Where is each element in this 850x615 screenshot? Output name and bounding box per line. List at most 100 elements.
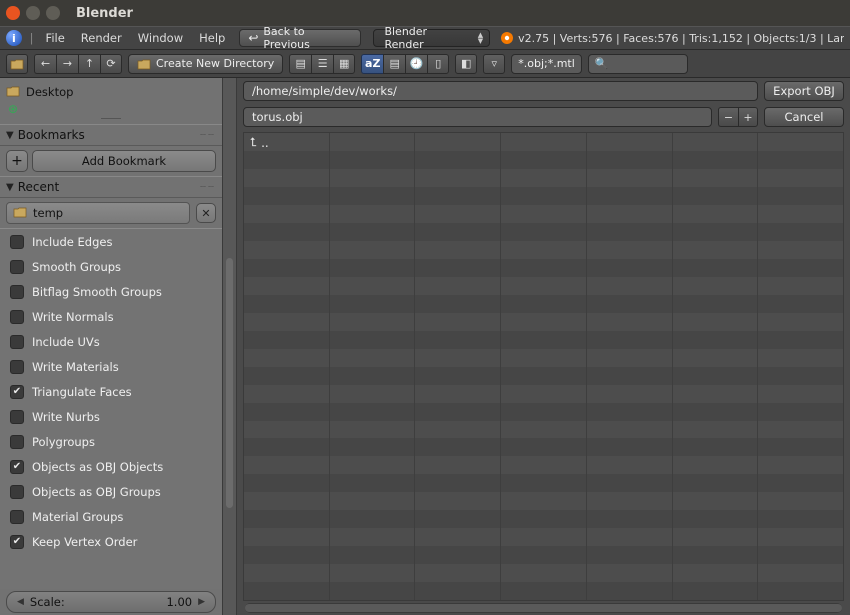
export-obj-label: Export OBJ xyxy=(773,84,835,98)
blender-scene-icon xyxy=(499,30,515,46)
export-option-row[interactable]: Write Nurbs xyxy=(0,404,222,429)
checkbox[interactable] xyxy=(10,410,24,424)
show-hidden-toggle[interactable]: ◧ xyxy=(455,54,477,74)
checkbox[interactable] xyxy=(10,435,24,449)
scale-value: 1.00 xyxy=(166,595,192,609)
recent-title: Recent xyxy=(18,180,59,194)
export-option-row[interactable]: Write Materials xyxy=(0,354,222,379)
folder-icon xyxy=(13,206,27,221)
sort-time-button[interactable]: 🕘 xyxy=(405,54,427,74)
export-obj-button[interactable]: Export OBJ xyxy=(764,81,844,101)
file-list-horizontal-scrollbar[interactable] xyxy=(245,603,842,613)
export-option-label: Write Normals xyxy=(32,310,114,324)
sort-alpha-button[interactable]: aZ xyxy=(361,54,383,74)
checkbox[interactable] xyxy=(10,510,24,524)
export-option-label: Triangulate Faces xyxy=(32,385,132,399)
system-panel: Desktop ⊕ xyxy=(0,78,222,124)
bookmarks-header[interactable]: ▼ Bookmarks ┄┄ xyxy=(0,124,222,146)
export-option-row[interactable]: Material Groups xyxy=(0,504,222,529)
window-title: Blender xyxy=(76,6,133,21)
parent-directory-item[interactable]: ⮤ .. xyxy=(250,135,269,150)
filename-increment-button[interactable]: + xyxy=(738,107,758,127)
filename-decrement-button[interactable]: − xyxy=(718,107,738,127)
export-option-row[interactable]: Include UVs xyxy=(0,329,222,354)
info-editor-icon[interactable]: i xyxy=(6,30,22,46)
add-bookmark-label: Add Bookmark xyxy=(82,154,166,168)
file-search-input[interactable]: 🔍 xyxy=(588,54,688,74)
sort-size-button[interactable]: ▯ xyxy=(427,54,449,74)
checkbox[interactable] xyxy=(10,385,24,399)
export-option-row[interactable]: Objects as OBJ Objects xyxy=(0,454,222,479)
export-option-row[interactable]: Smooth Groups xyxy=(0,254,222,279)
checkbox[interactable] xyxy=(10,235,24,249)
filter-toggle[interactable]: ▿ xyxy=(483,54,505,74)
nav-refresh-button[interactable]: ⟳ xyxy=(100,54,122,74)
sidebar-scrollbar[interactable] xyxy=(222,78,237,615)
checkbox[interactable] xyxy=(10,360,24,374)
back-to-previous-button[interactable]: ↩ Back to Previous xyxy=(239,29,361,47)
file-browser-toolbar: ← → ↑ ⟳ Create New Directory ▤ ☰ ▦ aZ ▤ … xyxy=(0,50,850,78)
export-option-label: Include UVs xyxy=(32,335,100,349)
window-minimize-button[interactable] xyxy=(26,6,40,20)
sort-mode-group: aZ ▤ 🕘 ▯ xyxy=(361,54,449,74)
menu-help[interactable]: Help xyxy=(191,31,233,45)
export-option-row[interactable]: Write Normals xyxy=(0,304,222,329)
export-option-row[interactable]: Triangulate Faces xyxy=(0,379,222,404)
system-item-desktop[interactable]: Desktop xyxy=(6,82,216,102)
menu-render[interactable]: Render xyxy=(73,31,130,45)
checkbox[interactable] xyxy=(10,335,24,349)
editor-type-icon[interactable] xyxy=(6,54,28,74)
export-option-row[interactable]: Bitflag Smooth Groups xyxy=(0,279,222,304)
export-option-label: Objects as OBJ Groups xyxy=(32,485,161,499)
cancel-button[interactable]: Cancel xyxy=(764,107,844,127)
file-list[interactable]: ⮤ .. xyxy=(243,132,844,601)
checkbox[interactable] xyxy=(10,260,24,274)
render-engine-label: Blender Render xyxy=(384,25,467,51)
checkbox[interactable] xyxy=(10,460,24,474)
checkbox[interactable] xyxy=(10,485,24,499)
scrollbar-thumb[interactable] xyxy=(245,604,842,612)
window-titlebar: Blender xyxy=(0,0,850,26)
sort-ext-button[interactable]: ▤ xyxy=(383,54,405,74)
scene-stats: v2.75 | Verts:576 | Faces:576 | Tris:1,1… xyxy=(518,32,844,45)
export-option-row[interactable]: Include Edges xyxy=(0,229,222,254)
export-options-panel: Include EdgesSmooth Groups Bitflag Smooth… xyxy=(0,228,222,589)
display-list-short-button[interactable]: ▤ xyxy=(289,54,311,74)
add-bookmark-button[interactable]: Add Bookmark xyxy=(32,150,216,172)
export-option-label: Objects as OBJ Objects xyxy=(32,460,163,474)
main-area: Desktop ⊕ ▼ Bookmarks ┄┄ + Add Bookmark … xyxy=(0,78,850,615)
scale-label: Scale: xyxy=(30,595,65,609)
scrollbar-thumb[interactable] xyxy=(226,258,233,508)
window-close-button[interactable] xyxy=(6,6,20,20)
panel-grip-icon: ┄┄ xyxy=(200,130,216,141)
nav-back-button[interactable]: ← xyxy=(34,54,56,74)
recent-header[interactable]: ▼ Recent ┄┄ xyxy=(0,176,222,198)
display-thumbnail-button[interactable]: ▦ xyxy=(333,54,355,74)
filename-increment-group: − + xyxy=(718,107,758,127)
checkbox[interactable] xyxy=(10,285,24,299)
directory-path-input[interactable]: /home/simple/dev/works/ xyxy=(243,81,758,101)
nav-forward-button[interactable]: → xyxy=(56,54,78,74)
clear-recent-button[interactable]: ✕ xyxy=(196,203,216,223)
export-option-row[interactable]: Keep Vertex Order xyxy=(0,529,222,554)
add-bookmark-plus-button[interactable]: + xyxy=(6,150,28,172)
cancel-label: Cancel xyxy=(785,110,824,124)
menu-file[interactable]: File xyxy=(38,31,73,45)
create-directory-button[interactable]: Create New Directory xyxy=(128,54,283,74)
bookmarks-title: Bookmarks xyxy=(18,128,85,142)
export-option-label: Bitflag Smooth Groups xyxy=(32,285,162,299)
scale-number-field[interactable]: ◀ Scale: 1.00 ▶ xyxy=(6,591,216,613)
filter-glob-field[interactable]: *.obj;*.mtl xyxy=(511,54,582,74)
filename-input[interactable]: torus.obj xyxy=(243,107,712,127)
checkbox[interactable] xyxy=(10,310,24,324)
nav-up-button[interactable]: ↑ xyxy=(78,54,100,74)
export-option-row[interactable]: Polygroups xyxy=(0,429,222,454)
checkbox[interactable] xyxy=(10,535,24,549)
export-option-row[interactable]: Objects as OBJ Groups xyxy=(0,479,222,504)
add-system-icon[interactable]: ⊕ xyxy=(8,102,18,116)
recent-item[interactable]: temp xyxy=(6,202,190,224)
menu-window[interactable]: Window xyxy=(130,31,191,45)
window-maximize-button[interactable] xyxy=(46,6,60,20)
render-engine-dropdown[interactable]: Blender Render ▲▼ xyxy=(373,29,490,47)
display-list-long-button[interactable]: ☰ xyxy=(311,54,333,74)
